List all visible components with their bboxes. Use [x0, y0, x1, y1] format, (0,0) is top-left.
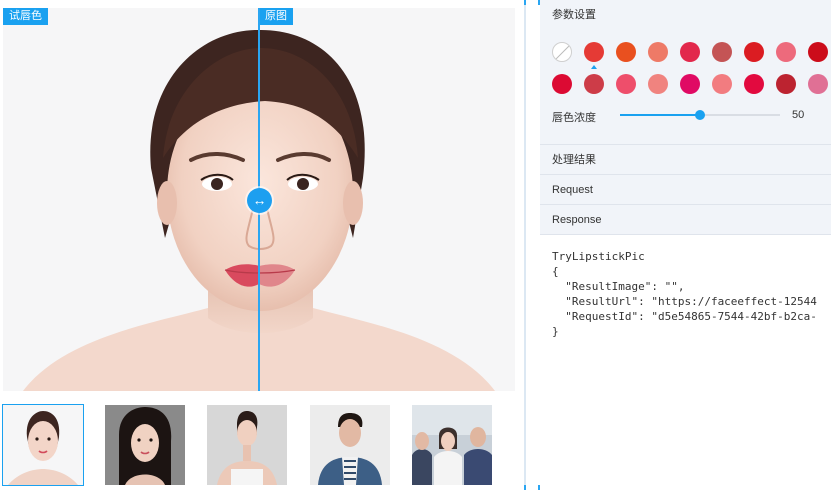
request-label: Request: [552, 184, 593, 196]
lip-intensity-label: 唇色浓度: [552, 112, 596, 124]
lip-color-swatch[interactable]: [616, 42, 636, 62]
response-code-area: TryLipstickPic { "ResultImage": "", "Res…: [540, 234, 831, 490]
lip-color-swatch[interactable]: [808, 74, 828, 94]
lip-color-swatch[interactable]: [648, 74, 668, 94]
result-label: 处理结果: [552, 154, 596, 166]
request-section-header[interactable]: Request: [540, 174, 831, 204]
lip-color-swatch[interactable]: [680, 42, 700, 62]
lip-color-swatch[interactable]: [680, 74, 700, 94]
swatch-none-icon[interactable]: [552, 42, 572, 62]
slider-fill: [620, 114, 700, 116]
horizontal-arrows-icon[interactable]: ↔: [247, 188, 272, 213]
lip-color-swatch[interactable]: [808, 42, 828, 62]
panel-splitter[interactable]: [524, 0, 526, 490]
lip-color-swatch[interactable]: [552, 74, 572, 94]
slider-thumb[interactable]: [695, 110, 705, 120]
thumbnail-woman-portrait-1[interactable]: [2, 404, 84, 486]
settings-panel: 参数设置 唇色浓度 50 处理结果 Request Response TryLi…: [540, 0, 831, 490]
lip-color-swatch[interactable]: [584, 42, 604, 62]
lip-color-swatch[interactable]: [616, 74, 636, 94]
response-code: TryLipstickPic { "ResultImage": "", "Res…: [552, 250, 817, 338]
lip-color-swatch[interactable]: [584, 74, 604, 94]
thumbnail-woman-bare-shoulders[interactable]: [207, 405, 287, 485]
lip-color-swatch[interactable]: [744, 74, 764, 94]
params-title: 参数设置: [552, 9, 596, 21]
lip-intensity-value: 50: [792, 109, 805, 121]
response-section-header[interactable]: Response: [540, 204, 831, 234]
thumbnail-group-photo[interactable]: [412, 405, 492, 485]
thumbnail-man-denim-jacket[interactable]: [310, 405, 390, 485]
lip-intensity-slider[interactable]: [620, 110, 780, 120]
result-section-header[interactable]: 处理结果: [540, 144, 831, 174]
comparison-preview[interactable]: 试唇色 原图 ↔: [3, 8, 515, 391]
lip-color-swatch[interactable]: [776, 42, 796, 62]
lip-color-swatch[interactable]: [776, 74, 796, 94]
thumbnail-woman-portrait-2[interactable]: [105, 405, 185, 485]
lip-color-swatch[interactable]: [648, 42, 668, 62]
app-root: 试唇色 原图 ↔ 参数设置 唇色浓度 50 处理结果 Request Respo…: [0, 0, 831, 490]
lip-color-swatch[interactable]: [712, 42, 732, 62]
selected-indicator-icon: [591, 65, 597, 69]
response-label: Response: [552, 214, 602, 226]
tag-original: 原图: [259, 8, 293, 25]
tag-try-lip-color: 试唇色: [3, 8, 48, 25]
lip-color-swatch[interactable]: [744, 42, 764, 62]
thumbnail-strip: [2, 404, 518, 486]
lip-color-swatch[interactable]: [712, 74, 732, 94]
